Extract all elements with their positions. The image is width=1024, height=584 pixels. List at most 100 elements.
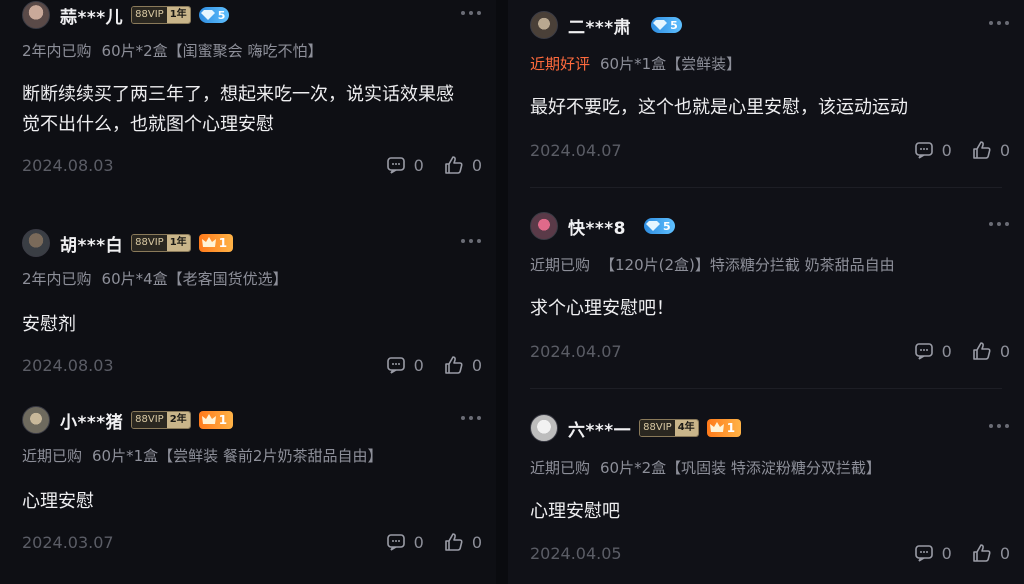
crown-level-badge: 1 [706,419,742,437]
vip-badge: 88VIP 1年 [131,234,191,252]
crown-level-badge: 1 [198,234,234,252]
purchase-info: 2年内已购 60片*2盒【闺蜜聚会 嗨吃不怕】 [22,40,322,61]
more-dots-icon[interactable] [988,221,1010,227]
review-header: 胡***白 88VIP 1年 1 [22,228,234,258]
purchase-tag: 2年内已购 [22,42,92,60]
review-date: 2024.08.03 [22,355,114,375]
purchase-info: 近期已购 【120片(2盒)】特添糖分拦截 奶茶甜品自由 [530,254,895,275]
more-dots-icon[interactable] [988,20,1010,26]
like-button[interactable]: 0 [972,341,1010,361]
diamond-level-badge: 5 [651,17,682,33]
review-column-right: 二***肃 5 近期好评 60片*1盒【尝鲜装】 最好不要吃，这个也就是心里安慰，… [508,0,1024,584]
product-spec: 【120片(2盒)】特添糖分拦截 奶茶甜品自由 [600,256,895,274]
comment-icon [386,157,405,174]
review-text: 最好不要吃，这个也就是心里安慰，该运动运动 [530,97,908,118]
product-spec: 60片*2盒【闺蜜聚会 嗨吃不怕】 [101,42,323,60]
product-spec: 60片*1盒【尝鲜装 餐前2片奶茶甜品自由】 [92,447,383,465]
review-header: 六***一 88VIP 4年 1 [530,413,742,443]
username[interactable]: 快***8 [568,214,626,239]
review-footer: 2024.08.03 0 0 [22,354,482,376]
like-button[interactable]: 0 [972,140,1010,160]
crown-icon [201,414,216,424]
review-text: 心理安慰 [22,491,94,512]
diamond-icon [646,221,660,231]
review-footer: 2024.04.07 0 0 [530,340,1010,362]
comment-button[interactable]: 0 [914,341,952,361]
username[interactable]: 六***一 [568,416,631,441]
review-footer: 2024.04.07 0 0 [530,139,1010,161]
like-button[interactable]: 0 [444,155,482,175]
review-text: 心理安慰吧 [530,501,620,522]
review-separator [530,187,1002,188]
diamond-icon [200,10,215,20]
product-spec: 60片*4盒【老客国货优选】 [101,270,288,288]
more-dots-icon[interactable] [460,238,482,244]
comment-button[interactable]: 0 [386,355,424,375]
purchase-info: 近期已购 60片*1盒【尝鲜装 餐前2片奶茶甜品自由】 [22,445,382,466]
purchase-info: 近期好评 60片*1盒【尝鲜装】 [530,53,741,74]
comment-button[interactable]: 0 [386,532,424,552]
column-divider [496,0,508,584]
like-button[interactable]: 0 [972,543,1010,563]
diamond-level-badge: 5 [644,218,675,234]
comment-button[interactable]: 0 [914,140,952,160]
purchase-tag: 近期好评 [530,55,591,73]
review-footer: 2024.08.03 0 0 [22,154,482,176]
review-header: 快***8 5 [530,211,675,241]
avatar[interactable] [22,406,50,434]
thumbs-up-icon [973,342,991,360]
username[interactable]: 二***肃 [568,13,631,38]
vip-badge: 88VIP 4年 [639,419,699,437]
review-text: 断断续续买了两三年了，想起来吃一次，说实话效果感觉不出什么，也就图个心理安慰 [22,84,454,135]
comment-icon [386,357,405,374]
avatar[interactable] [22,229,50,257]
vip-badge: 88VIP 2年 [131,411,191,429]
review-date: 2024.08.03 [22,155,114,175]
thumbs-up-icon [445,156,463,174]
purchase-tag: 近期已购 [530,459,591,477]
review-date: 2024.04.07 [530,341,622,361]
more-dots-icon[interactable] [460,415,482,421]
avatar[interactable] [530,11,558,39]
review-date: 2024.04.05 [530,543,622,563]
diamond-icon [653,20,668,30]
review-text: 求个心理安慰吧！ [530,298,674,319]
avatar[interactable] [530,414,558,442]
avatar[interactable] [22,1,50,29]
comment-icon [914,343,933,360]
crown-icon [201,237,216,247]
review-header: 二***肃 5 [530,10,682,40]
review-header: 蒜***儿 88VIP 1年 5 [22,0,230,30]
username[interactable]: 小***猪 [60,408,123,433]
product-spec: 60片*1盒【尝鲜装】 [600,55,742,73]
purchase-info: 2年内已购 60片*4盒【老客国货优选】 [22,268,288,289]
like-button[interactable]: 0 [444,532,482,552]
review-column-left: 蒜***儿 88VIP 1年 5 2年内已购 60片*2盒【闺蜜聚会 嗨吃不怕】 断… [0,0,496,584]
review-date: 2024.04.07 [530,140,622,160]
review-header: 小***猪 88VIP 2年 1 [22,405,234,435]
more-dots-icon[interactable] [988,423,1010,429]
review-footer: 2024.03.07 0 0 [22,531,482,553]
avatar[interactable] [530,212,558,240]
thumbs-up-icon [973,544,991,562]
username[interactable]: 蒜***儿 [60,3,123,28]
comment-icon [386,534,405,551]
product-spec: 60片*2盒【巩固装 特添淀粉糖分双拦截】 [600,459,881,477]
comment-icon [914,545,933,562]
purchase-info: 近期已购 60片*2盒【巩固装 特添淀粉糖分双拦截】 [530,457,881,478]
thumbs-up-icon [445,356,463,374]
username[interactable]: 胡***白 [60,231,123,256]
purchase-tag: 近期已购 [22,447,83,465]
review-date: 2024.03.07 [22,532,114,552]
more-dots-icon[interactable] [460,10,482,16]
review-footer: 2024.04.05 0 0 [530,542,1010,564]
comment-button[interactable]: 0 [386,155,424,175]
diamond-level-badge: 5 [198,7,230,23]
review-text: 安慰剂 [22,314,76,335]
comment-icon [914,142,933,159]
comment-button[interactable]: 0 [914,543,952,563]
thumbs-up-icon [973,141,991,159]
like-button[interactable]: 0 [444,355,482,375]
review-separator [530,388,1002,389]
purchase-tag: 近期已购 [530,256,591,274]
